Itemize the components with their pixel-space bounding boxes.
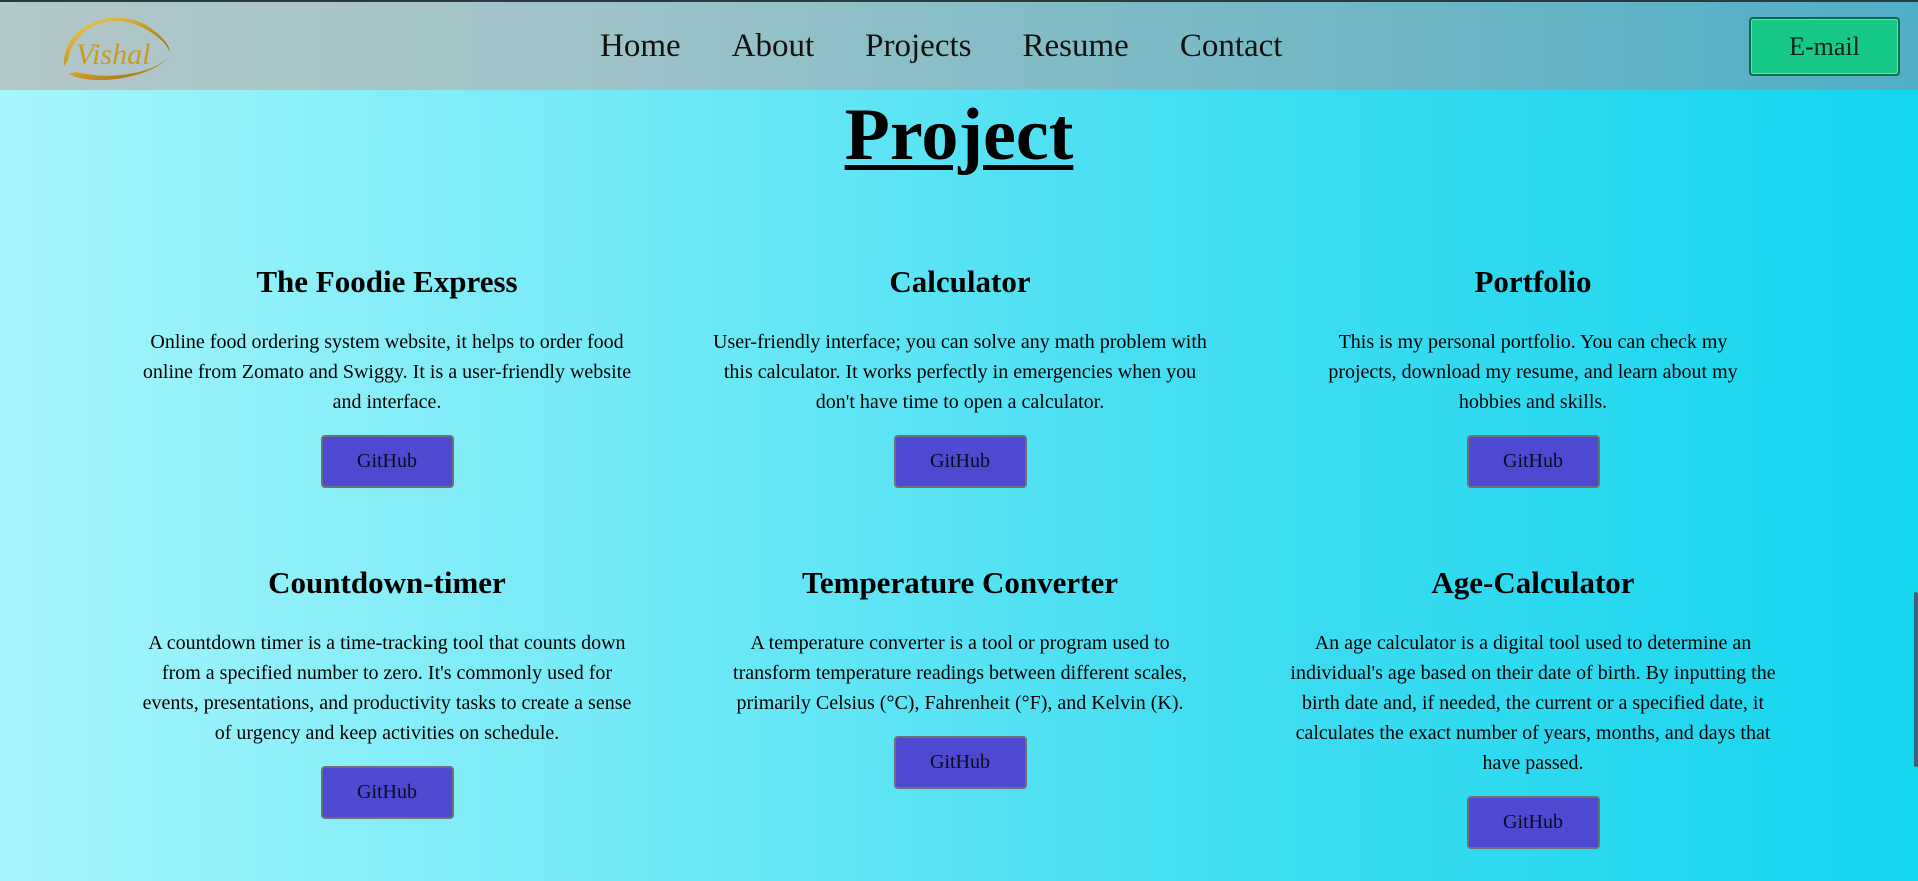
project-card-countdown-timer: Countdown-timer A countdown timer is a t… xyxy=(137,563,637,819)
site-logo[interactable]: Vishal xyxy=(58,8,176,86)
page-title: Project xyxy=(844,94,1074,176)
project-card-temperature-converter: Temperature Converter A temperature conv… xyxy=(710,563,1210,789)
project-card-age-calculator: Age-Calculator An age calculator is a di… xyxy=(1283,563,1783,849)
project-card-foodie-express: The Foodie Express Online food ordering … xyxy=(137,262,637,488)
nav-link-projects[interactable]: Projects xyxy=(865,28,971,65)
nav-link-contact[interactable]: Contact xyxy=(1180,28,1283,65)
project-card-portfolio: Portfolio This is my personal portfolio.… xyxy=(1283,262,1783,488)
project-description: An age calculator is a digital tool used… xyxy=(1290,632,1776,774)
project-title: Temperature Converter xyxy=(802,565,1118,600)
github-button[interactable]: GitHub xyxy=(893,736,1027,789)
email-button[interactable]: E-mail xyxy=(1749,17,1900,76)
project-card-calculator: Calculator User-friendly interface; you … xyxy=(710,262,1210,488)
project-title: Age-Calculator xyxy=(1431,565,1635,600)
main-nav: Home About Projects Resume Contact xyxy=(600,2,1282,90)
project-title: Calculator xyxy=(889,264,1031,299)
scrollbar-thumb[interactable] xyxy=(1914,592,1918,767)
github-button[interactable]: GitHub xyxy=(893,435,1027,488)
github-button[interactable]: GitHub xyxy=(1466,796,1600,849)
nav-link-resume[interactable]: Resume xyxy=(1022,28,1128,65)
project-description: A temperature converter is a tool or pro… xyxy=(733,632,1187,714)
github-button[interactable]: GitHub xyxy=(1466,435,1600,488)
navbar: Vishal Home About Projects Resume Contac… xyxy=(0,0,1918,90)
project-description: Online food ordering system website, it … xyxy=(142,331,632,413)
project-description: A countdown timer is a time-tracking too… xyxy=(142,632,632,744)
project-description: User-friendly interface; you can solve a… xyxy=(713,331,1207,413)
github-button[interactable]: GitHub xyxy=(320,766,454,819)
logo-text: Vishal xyxy=(76,38,150,71)
project-description: This is my personal portfolio. You can c… xyxy=(1328,331,1738,413)
project-title: Countdown-timer xyxy=(268,565,506,600)
project-title: Portfolio xyxy=(1474,264,1592,299)
nav-link-home[interactable]: Home xyxy=(600,28,681,65)
logo-swoosh-icon: Vishal xyxy=(63,17,170,81)
github-button[interactable]: GitHub xyxy=(320,435,454,488)
nav-link-about[interactable]: About xyxy=(732,28,815,65)
project-title: The Foodie Express xyxy=(256,264,518,299)
